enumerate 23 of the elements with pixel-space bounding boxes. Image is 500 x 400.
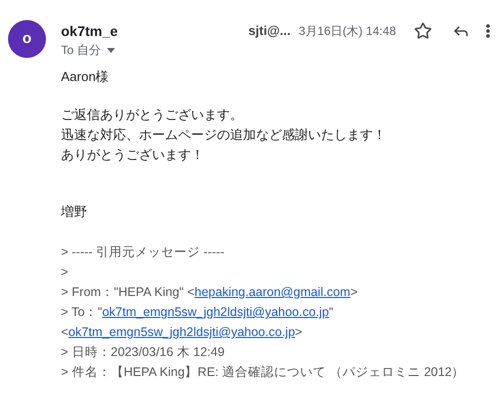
email-link[interactable]: hepaking.aaron@gmail.com xyxy=(194,285,350,299)
quote-line: > To："ok7tm_emgn5sw_jgh2ldsjti@yahoo.co.jp" xyxy=(61,304,334,321)
body-text: 増野 xyxy=(61,203,88,221)
quote-line: <ok7tm_emgn5sw_jgh2ldsjti@yahoo.co.jp> xyxy=(61,324,304,341)
quote-line: > 件名：【HEPA King】RE: 適合確認について （パジェロミニ 2012） xyxy=(61,364,466,381)
body-text: ありがとうございます！ xyxy=(61,146,205,164)
message-date: 3月16日(木) 14:48 xyxy=(298,23,396,40)
star-icon xyxy=(414,22,432,40)
email-link[interactable]: ok7tm_emgn5sw_jgh2ldsjti@yahoo.co.jp xyxy=(102,305,329,319)
body-text: 迅速な対応、ホームページの追加など感謝いたします！ xyxy=(61,126,387,144)
sender-address: sjti@... xyxy=(248,22,291,40)
quote-line: > xyxy=(61,264,70,281)
caret-icon xyxy=(107,48,116,52)
body-text: ご返信ありがとうございます。 xyxy=(61,106,244,124)
quote-line: > 日時：2023/03/16 木 12:49 xyxy=(61,344,226,361)
more-icon xyxy=(486,24,490,38)
sender-name: ok7tm_e xyxy=(61,22,118,40)
recipient-dropdown[interactable]: To 自分 xyxy=(61,41,116,59)
email-link[interactable]: ok7tm_emgn5sw_jgh2ldsjti@yahoo.co.jp xyxy=(68,325,296,339)
quote-line: > ----- 引用元メッセージ ----- xyxy=(61,244,226,261)
quote-line: > From："HEPA King" <hepaking.aaron@gmail.com> xyxy=(61,284,359,301)
avatar: o xyxy=(8,20,46,58)
body-text: Aaron様 xyxy=(61,68,110,86)
